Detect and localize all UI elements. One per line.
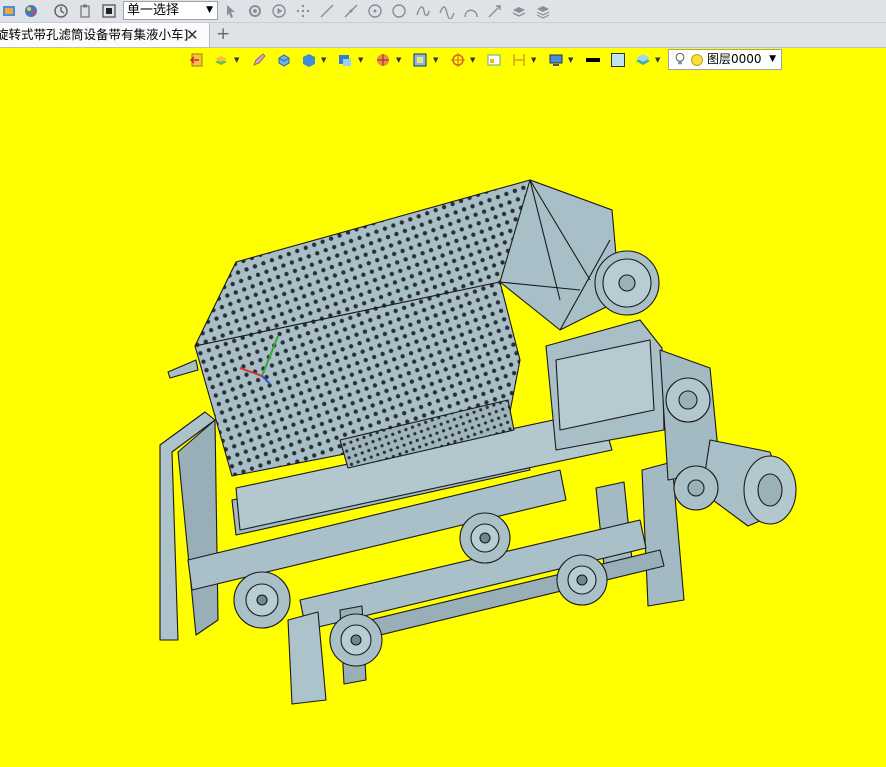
chevron-down-icon[interactable]: ▼ bbox=[358, 56, 363, 64]
curve-icon[interactable] bbox=[414, 2, 432, 20]
chevron-down-icon[interactable]: ▼ bbox=[655, 56, 660, 64]
solid-icon[interactable] bbox=[275, 51, 293, 69]
pointer-icon[interactable] bbox=[222, 2, 240, 20]
stop-icon[interactable] bbox=[100, 2, 118, 20]
chevron-down-icon[interactable]: ▼ bbox=[568, 56, 573, 64]
chevron-down-icon[interactable]: ▼ bbox=[321, 56, 326, 64]
chevron-down-icon[interactable]: ▼ bbox=[470, 56, 475, 64]
layer-name: 图层0000 bbox=[707, 52, 762, 66]
layer-stack-icon[interactable] bbox=[634, 51, 652, 69]
layers-icon[interactable] bbox=[510, 2, 528, 20]
filter-icon[interactable] bbox=[246, 2, 264, 20]
document-tab[interactable]: 旋转式带孔滤筒设备带有集液小车] ✕ bbox=[0, 23, 210, 47]
circle-icon[interactable] bbox=[366, 2, 384, 20]
layer-select[interactable]: 图层0000 ▼ bbox=[668, 49, 782, 70]
chevron-down-icon: ▼ bbox=[769, 54, 776, 64]
chevron-down-icon: ▼ bbox=[206, 5, 213, 15]
clipboard-icon[interactable] bbox=[76, 2, 94, 20]
selection-mode-value: 单一选择 bbox=[127, 3, 180, 18]
line2-icon[interactable] bbox=[342, 2, 360, 20]
circle2-icon[interactable] bbox=[390, 2, 408, 20]
color-swatch-icon[interactable] bbox=[609, 51, 627, 69]
document-tab-label: 旋转式带孔滤筒设备带有集液小车] bbox=[0, 27, 189, 42]
line-icon[interactable] bbox=[318, 2, 336, 20]
section-icon[interactable] bbox=[374, 51, 392, 69]
pen-icon[interactable] bbox=[250, 51, 268, 69]
chevron-down-icon[interactable]: ▼ bbox=[234, 56, 239, 64]
frame-icon[interactable] bbox=[411, 51, 429, 69]
window-icon[interactable] bbox=[485, 51, 503, 69]
document-tab-strip: 旋转式带孔滤筒设备带有集液小车] ✕ + bbox=[0, 23, 886, 48]
main-toolbar: 单一选择 ▼ bbox=[0, 0, 886, 23]
shade-icon[interactable] bbox=[336, 51, 354, 69]
line-weight-icon[interactable] bbox=[584, 51, 602, 69]
arc-icon[interactable] bbox=[462, 2, 480, 20]
snap-icon[interactable] bbox=[294, 2, 312, 20]
chevron-down-icon[interactable]: ▼ bbox=[396, 56, 401, 64]
close-icon[interactable]: ✕ bbox=[186, 23, 199, 47]
selection-mode-select[interactable]: 单一选择 ▼ bbox=[123, 1, 218, 20]
chevron-down-icon[interactable]: ▼ bbox=[433, 56, 438, 64]
new-tab-button[interactable]: + bbox=[216, 23, 230, 45]
palette-icon[interactable] bbox=[22, 2, 40, 20]
app-icon[interactable] bbox=[0, 2, 18, 20]
filter-drum-machine-model bbox=[159, 179, 797, 705]
history-icon[interactable] bbox=[52, 2, 70, 20]
chevron-down-icon[interactable]: ▼ bbox=[531, 56, 536, 64]
box-icon[interactable] bbox=[300, 51, 318, 69]
layer-color-icon bbox=[691, 54, 703, 66]
lightbulb-icon[interactable] bbox=[673, 52, 687, 72]
display-icon[interactable] bbox=[547, 51, 565, 69]
dimension-icon[interactable] bbox=[510, 51, 528, 69]
play-icon[interactable] bbox=[270, 2, 288, 20]
3d-viewport[interactable] bbox=[0, 48, 886, 767]
exit-icon[interactable] bbox=[188, 51, 206, 69]
wave-icon[interactable] bbox=[438, 2, 456, 20]
stack-icon[interactable] bbox=[212, 51, 230, 69]
arrow-icon[interactable] bbox=[486, 2, 504, 20]
target-icon[interactable] bbox=[449, 51, 467, 69]
layers2-icon[interactable] bbox=[534, 2, 552, 20]
